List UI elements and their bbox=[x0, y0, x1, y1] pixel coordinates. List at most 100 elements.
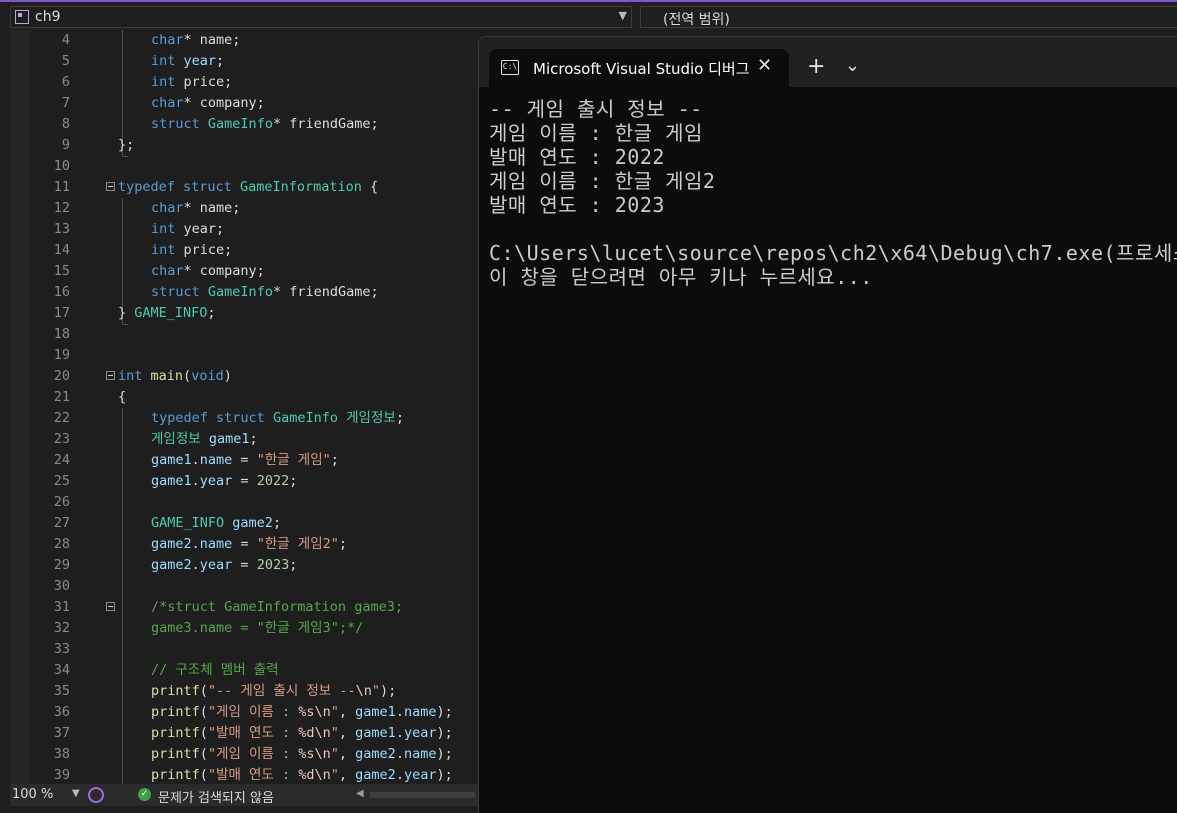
line-number: 25 bbox=[53, 473, 70, 489]
code-token: 2023 bbox=[256, 557, 290, 573]
code-token: \n bbox=[355, 683, 372, 699]
code-token: name bbox=[403, 746, 437, 762]
code-text: int price; bbox=[151, 72, 232, 93]
code-text: printf("-- 게임 출시 정보 --\n"); bbox=[151, 681, 396, 702]
code-line[interactable]: 21 { bbox=[10, 387, 478, 408]
code-token: game1 bbox=[355, 725, 396, 741]
code-token: char bbox=[151, 200, 184, 216]
code-line[interactable]: 10 bbox=[10, 156, 478, 177]
console-tab[interactable]: C:\ Microsoft Visual Studio 디버그 ✕ bbox=[489, 49, 789, 87]
line-number: 34 bbox=[53, 662, 70, 678]
code-token: " bbox=[371, 683, 380, 699]
code-line[interactable]: 7 char* company; bbox=[10, 93, 478, 114]
code-line[interactable]: 25 game1.year = 2022; bbox=[10, 471, 478, 492]
code-token: * name; bbox=[183, 200, 241, 216]
code-token: price; bbox=[175, 74, 233, 90]
line-number: 10 bbox=[53, 158, 70, 174]
line-number: 33 bbox=[53, 641, 70, 657]
code-line[interactable]: 5 int year; bbox=[10, 51, 478, 72]
code-line[interactable]: 18 bbox=[10, 324, 478, 345]
check-circle-icon: ✓ bbox=[138, 788, 151, 801]
code-token: * bbox=[183, 32, 200, 48]
scroll-left-icon[interactable]: ◀ bbox=[356, 788, 364, 799]
console-output-line: 발매 연도 : 2022 bbox=[489, 145, 665, 169]
code-line[interactable]: 12 char* name; bbox=[10, 198, 478, 219]
code-line[interactable]: 8 struct GameInfo* friendGame; bbox=[10, 114, 478, 135]
line-number: 29 bbox=[53, 557, 70, 573]
console-output-line: 이 창을 닫으려면 아무 키나 누르세요... bbox=[489, 265, 873, 289]
line-number: 28 bbox=[53, 536, 70, 552]
code-line[interactable]: 15 char* company; bbox=[10, 261, 478, 282]
new-tab-button[interactable]: + bbox=[807, 54, 825, 79]
code-line[interactable]: 35 printf("-- 게임 출시 정보 --\n"); bbox=[10, 681, 478, 702]
code-line[interactable]: 4 char* name; bbox=[10, 30, 478, 51]
code-line[interactable]: 27 GAME_INFO game2; bbox=[10, 513, 478, 534]
code-line[interactable]: 30 bbox=[10, 576, 478, 597]
code-token: typedef bbox=[151, 410, 208, 426]
code-line[interactable]: 16 struct GameInfo* friendGame; bbox=[10, 282, 478, 303]
code-text: char* name; bbox=[151, 198, 240, 219]
code-line[interactable]: 22 typedef struct GameInfo 게임정보; bbox=[10, 408, 478, 429]
code-token: ( bbox=[199, 704, 208, 720]
code-editor[interactable]: 4 char* name; 5 int year; 6 int price; 7 char* … bbox=[10, 30, 478, 784]
code-token: , bbox=[338, 746, 356, 762]
line-number: 8 bbox=[61, 116, 70, 132]
code-line[interactable]: 36 printf("게임 이름 : %s\n", game1.name); bbox=[10, 702, 478, 723]
line-number: 27 bbox=[53, 515, 70, 531]
scope-dropdown[interactable]: (전역 범위) bbox=[640, 6, 1177, 28]
code-text: int year; bbox=[151, 51, 224, 72]
scope-label: (전역 범위) bbox=[663, 12, 730, 28]
code-token: char bbox=[151, 263, 184, 279]
code-token: ; bbox=[289, 557, 298, 573]
chevron-down-icon[interactable]: ▼ bbox=[72, 788, 80, 799]
console-tab-title: Microsoft Visual Studio 디버그 bbox=[533, 60, 750, 78]
code-token: }; bbox=[118, 137, 135, 153]
code-token: char bbox=[151, 32, 184, 48]
code-line[interactable]: 37 printf("발매 연도 : %d\n", game1.year); bbox=[10, 723, 478, 744]
code-line[interactable]: 17} GAME_INFO; bbox=[10, 303, 478, 324]
fold-toggle-icon[interactable] bbox=[106, 602, 115, 611]
copilot-icon[interactable] bbox=[88, 787, 104, 803]
code-line[interactable]: 9}; bbox=[10, 135, 478, 156]
chevron-down-icon[interactable]: ▼ bbox=[619, 9, 627, 22]
code-line[interactable]: 31 /*struct GameInformation game3; bbox=[10, 597, 478, 618]
code-line[interactable]: 20 int main(void) bbox=[10, 366, 478, 387]
console-output-line: C:\Users\lucet\source\repos\ch2\x64\Debu… bbox=[489, 241, 1177, 265]
code-line[interactable]: 19 bbox=[10, 345, 478, 366]
code-token: year bbox=[403, 725, 437, 741]
close-icon[interactable]: ✕ bbox=[757, 55, 772, 76]
code-line[interactable]: 34 // 구조체 멤버 출력 bbox=[10, 660, 478, 681]
code-line[interactable]: 26 bbox=[10, 492, 478, 513]
code-text: game2.year = 2023; bbox=[151, 555, 297, 576]
code-line[interactable]: 38 printf("게임 이름 : %s\n", game2.name); bbox=[10, 744, 478, 765]
zoom-level[interactable]: 100 % bbox=[12, 787, 53, 802]
code-line[interactable]: 24 game1.name = "한글 게임"; bbox=[10, 450, 478, 471]
code-line[interactable]: 39 printf("발매 연도 : %d\n", game2.year); bbox=[10, 765, 478, 784]
code-line[interactable]: 33 bbox=[10, 639, 478, 660]
code-line[interactable]: 6 int price; bbox=[10, 72, 478, 93]
code-token: typedef bbox=[118, 179, 175, 195]
code-token: { bbox=[118, 389, 127, 405]
code-line[interactable]: 11 typedef struct GameInformation { bbox=[10, 177, 478, 198]
project-dropdown[interactable]: ch9 ▼ bbox=[10, 6, 632, 28]
code-token: " bbox=[330, 704, 339, 720]
code-token: int bbox=[151, 242, 176, 258]
line-number: 7 bbox=[61, 95, 70, 111]
code-token: year bbox=[403, 767, 437, 783]
fold-toggle-icon[interactable] bbox=[106, 182, 115, 191]
code-token: game3.name = "한글 게임3";*/ bbox=[151, 620, 364, 636]
code-line[interactable]: 14 int price; bbox=[10, 240, 478, 261]
fold-toggle-icon[interactable] bbox=[106, 371, 115, 380]
code-line[interactable]: 29 game2.year = 2023; bbox=[10, 555, 478, 576]
code-line[interactable]: 13 int year; bbox=[10, 219, 478, 240]
code-line[interactable]: 28 game2.name = "한글 게임2"; bbox=[10, 534, 478, 555]
horizontal-scrollbar[interactable] bbox=[370, 792, 475, 798]
code-line[interactable]: 32 game3.name = "한글 게임3";*/ bbox=[10, 618, 478, 639]
code-token: . bbox=[395, 704, 404, 720]
chevron-down-icon[interactable]: ⌄ bbox=[845, 55, 860, 76]
code-line[interactable]: 23 게임정보 game1; bbox=[10, 429, 478, 450]
problems-status[interactable]: 문제가 검색되지 않음 bbox=[158, 787, 274, 806]
code-token: ; bbox=[249, 431, 258, 447]
project-icon bbox=[15, 10, 29, 24]
code-token: = bbox=[232, 536, 257, 552]
